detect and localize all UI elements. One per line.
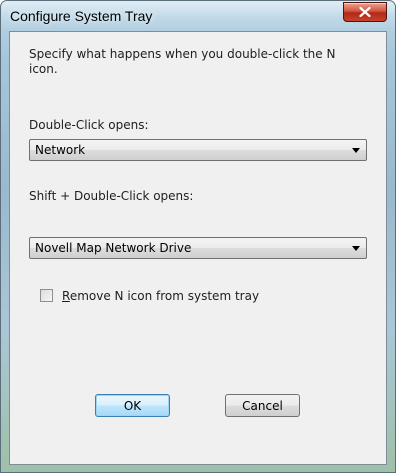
shift-double-click-label: Shift + Double-Click opens: <box>29 189 194 203</box>
description-text: Specify what happens when you double-cli… <box>29 47 336 76</box>
double-click-label: Double-Click opens: <box>29 118 149 132</box>
ok-button[interactable]: OK <box>95 394 170 417</box>
accelerator-key: R <box>62 289 70 303</box>
chevron-down-icon <box>352 148 360 153</box>
shift-double-click-select-value: Novell Map Network Drive <box>35 241 192 255</box>
cancel-button[interactable]: Cancel <box>225 394 300 417</box>
double-click-select[interactable]: Network <box>29 139 367 161</box>
close-icon <box>359 7 371 17</box>
remove-icon-checkbox-label[interactable]: Remove N icon from system tray <box>62 289 259 303</box>
close-button[interactable] <box>343 2 387 22</box>
shift-double-click-select[interactable]: Novell Map Network Drive <box>29 237 367 259</box>
checkbox-label-text: emove N icon from system tray <box>69 289 260 303</box>
window-title: Configure System Tray <box>10 8 153 24</box>
chevron-down-icon <box>352 246 360 251</box>
double-click-select-value: Network <box>35 143 86 157</box>
title-bar[interactable]: Configure System Tray <box>1 1 395 31</box>
dialog-window: Configure System Tray Specify what happe… <box>0 0 396 473</box>
remove-icon-checkbox[interactable] <box>40 289 53 302</box>
